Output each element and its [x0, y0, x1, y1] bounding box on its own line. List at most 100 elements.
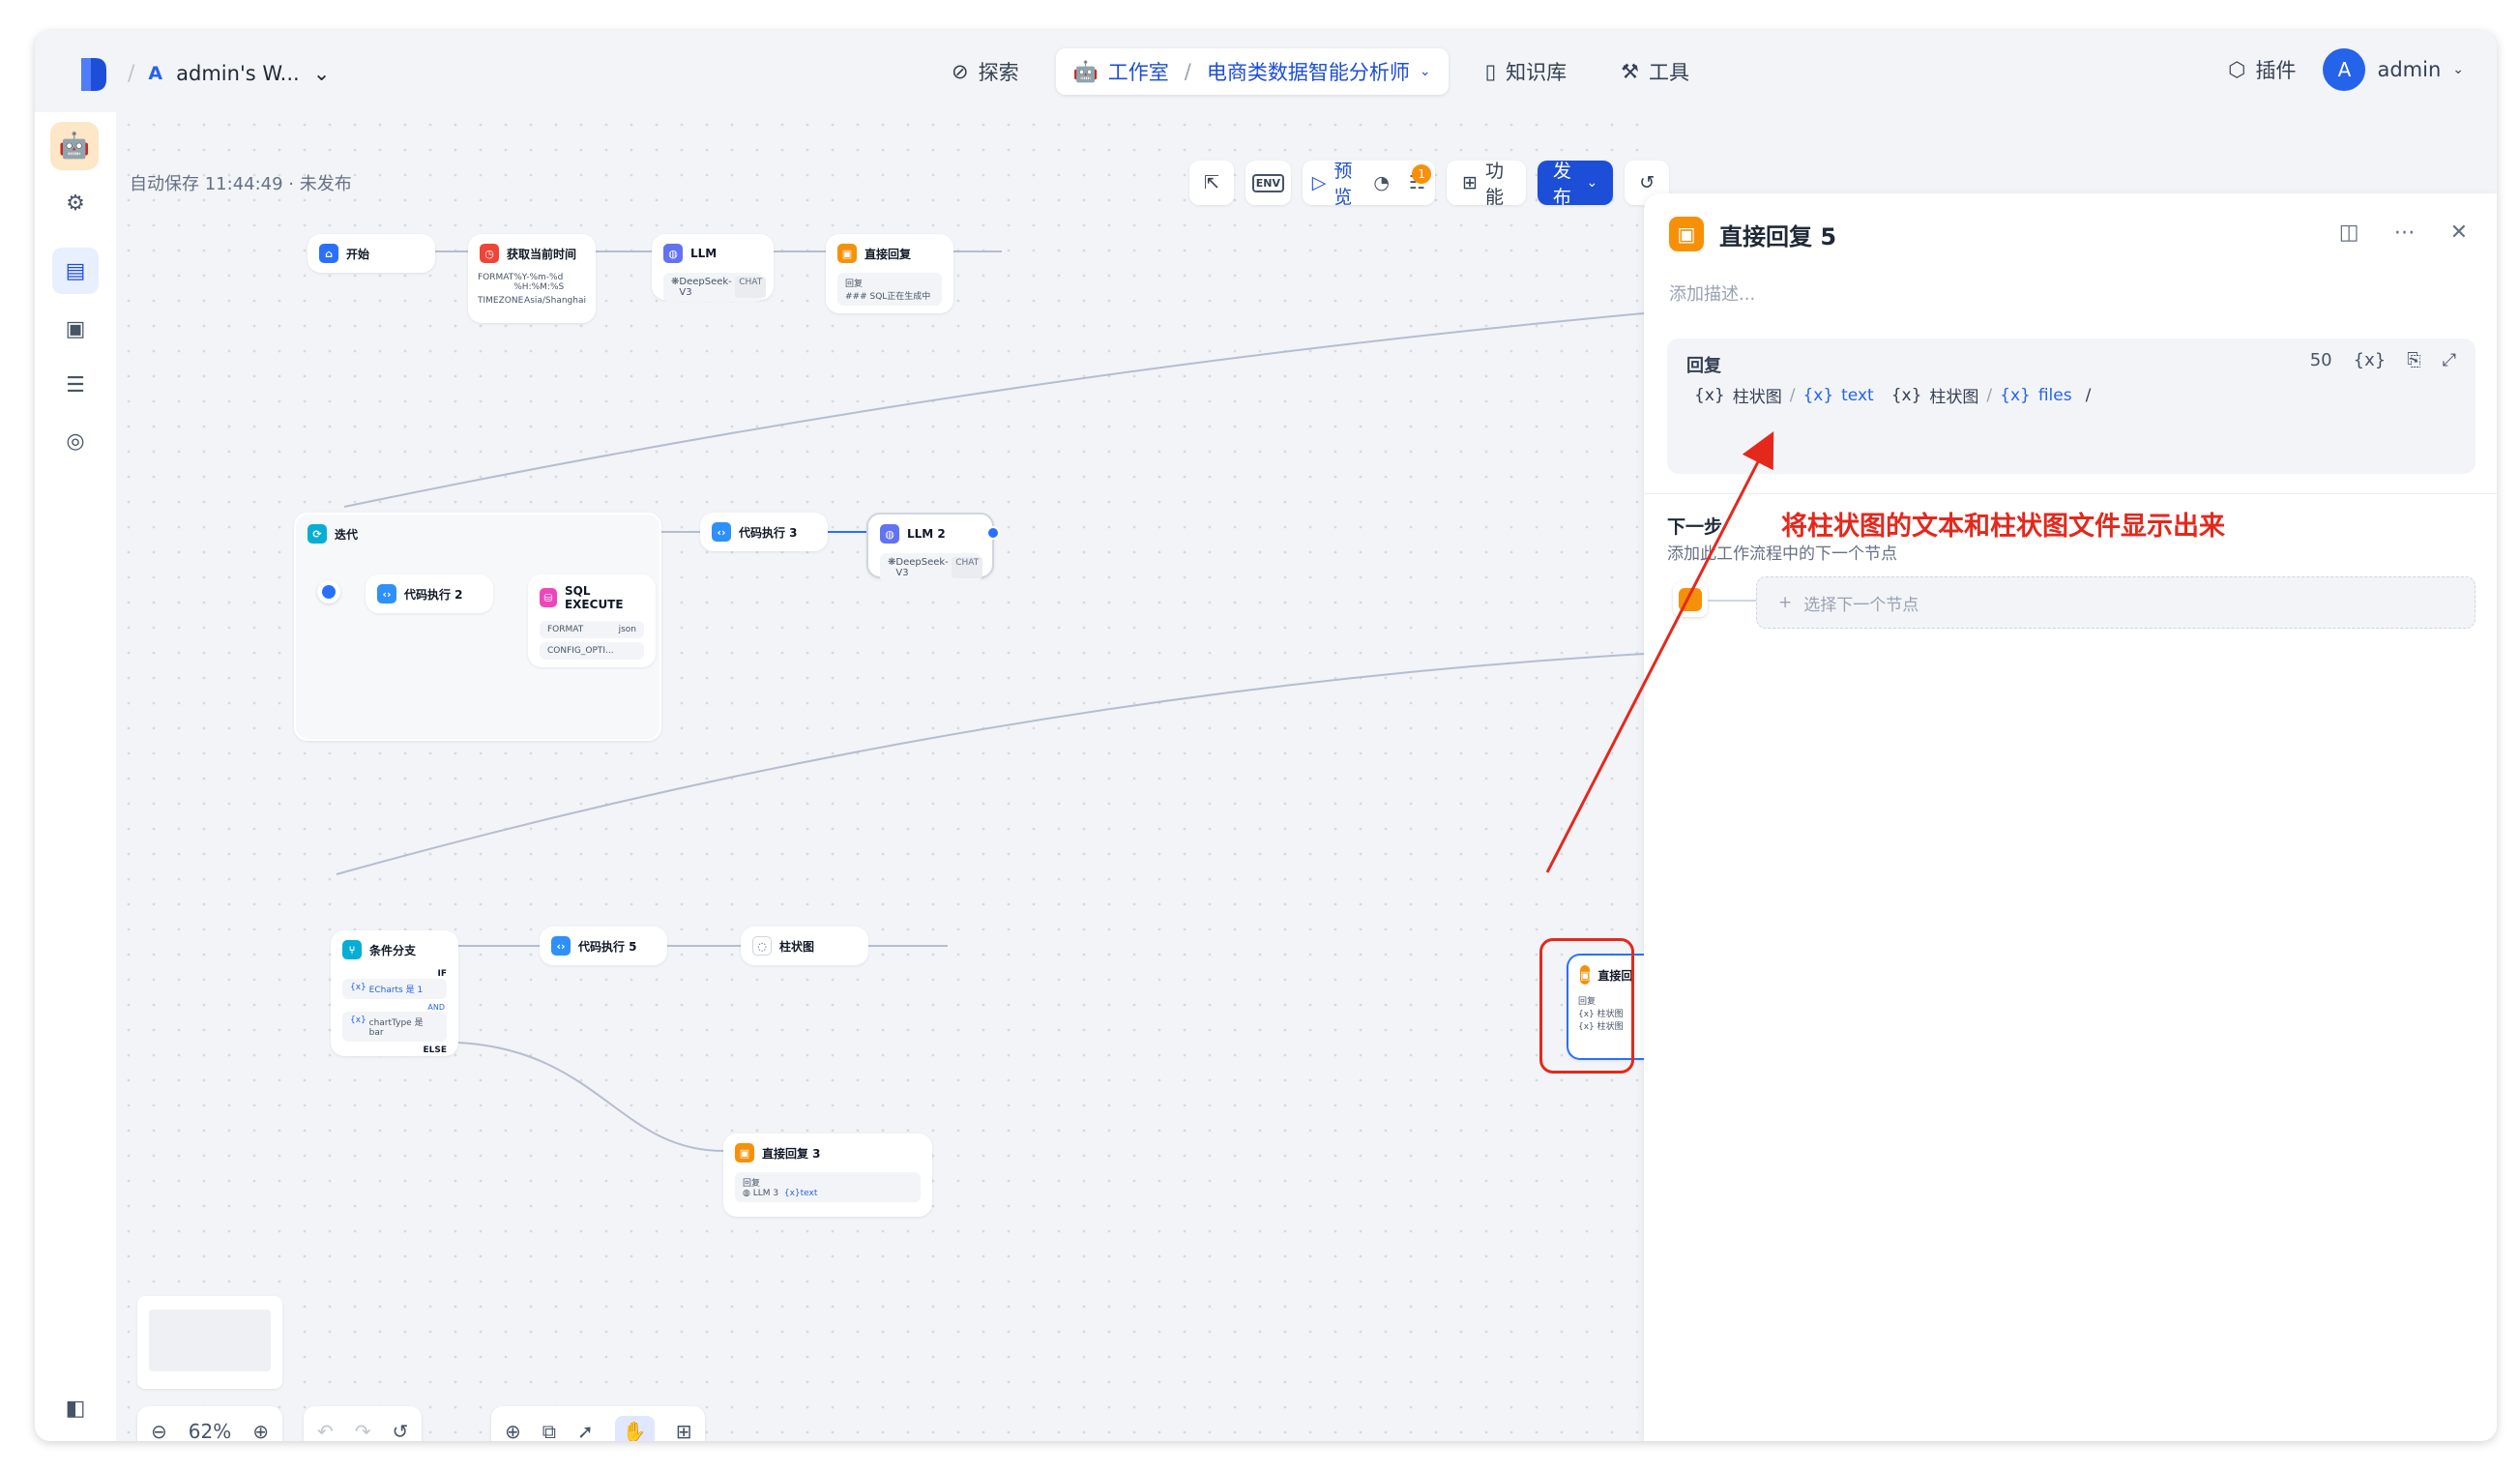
condition-text: ECharts 是 1	[368, 986, 424, 995]
settings-sliders-icon[interactable]: ⚙	[52, 180, 99, 226]
api-terminal-icon[interactable]: ▣	[52, 306, 99, 352]
undo-icon[interactable]: ↶	[317, 1420, 334, 1441]
more-icon[interactable]: ⋯	[2394, 221, 2416, 245]
condition-row: {x} ECharts 是 1	[342, 979, 447, 999]
zoom-out-icon[interactable]: ⊖	[151, 1420, 167, 1441]
minimap[interactable]	[137, 1296, 282, 1389]
add-note-icon[interactable]: ⧉	[542, 1420, 556, 1441]
node-condition[interactable]: ⑂ 条件分支 IF {x} ECharts 是 1 AND {x} chartTy…	[331, 930, 458, 1056]
insert-variable-icon[interactable]: {x}	[2354, 350, 2387, 370]
node-param-row: FORMAT %Y-%m-%d %H:%M:%S	[468, 273, 596, 296]
zoom-level[interactable]: 62%	[189, 1420, 231, 1441]
version-history-icon[interactable]: ↺	[393, 1420, 409, 1441]
connector-line	[1708, 600, 1756, 602]
node-reply[interactable]: ▣ 直接回复 回复 ### SQL正在生成中	[826, 234, 953, 313]
reply-icon: ▣	[1669, 217, 1704, 251]
condition-row: {x} chartType 是 bar	[342, 1012, 447, 1042]
avatar: A	[2323, 48, 2366, 91]
workflow-canvas[interactable]: 自动保存 11:44:49 · 未发布 ⇱ ENV ▷ 预览 ◔ ☷1 ⊞ 功能…	[116, 112, 1670, 1441]
nav-explore[interactable]: ⊘ 探索	[934, 48, 1037, 95]
model-name: DeepSeek-V3	[679, 277, 732, 298]
code-icon: ‹›	[551, 936, 571, 956]
reply-tools: 50 {x} ⎘ ⤢	[2310, 350, 2456, 370]
workspace-switcher[interactable]: / A admin's W... ⌄	[128, 54, 330, 93]
node-code-2[interactable]: ‹› 代码执行 2	[366, 574, 493, 613]
panel-title[interactable]: 直接回复 5	[1719, 218, 1836, 251]
add-next-handle[interactable]	[986, 526, 1000, 540]
next-step-description: 添加此工作流程中的下一个节点	[1667, 545, 1897, 564]
node-sql-execute[interactable]: ⛁ SQL EXECUTE FORMAT json CONFIG_OPTI...	[528, 574, 656, 667]
nav-knowledge-label: 知识库	[1506, 61, 1568, 84]
top-bar: / A admin's W... ⌄ ⊘ 探索 🤖 工作室 / 电商类数据智能分…	[35, 31, 2497, 112]
hand-icon[interactable]: ✋	[614, 1416, 655, 1441]
app-icon[interactable]: 🤖	[50, 122, 99, 170]
tool-controls: ⊕ ⧉ ➚ ✋ ⊞	[491, 1406, 706, 1441]
and-label: AND	[427, 1003, 445, 1012]
pointer-icon[interactable]: ➚	[577, 1420, 594, 1441]
add-node-icon[interactable]: ⊕	[505, 1420, 521, 1441]
reply-label: 回复	[845, 280, 864, 289]
nav-knowledge[interactable]: ▯ 知识库	[1468, 48, 1585, 95]
user-menu[interactable]: A admin ⌄	[2323, 48, 2464, 91]
brain-icon: ◍	[743, 1189, 753, 1198]
book-open-icon[interactable]: ◫	[2339, 221, 2359, 245]
separator: /	[1789, 385, 1796, 405]
reply-label: 回复	[743, 1179, 761, 1189]
close-icon[interactable]: ✕	[2450, 221, 2468, 245]
edge	[457, 1042, 724, 1152]
select-next-node-label: 选择下一个节点	[1803, 595, 1919, 615]
loop-icon: ⟳	[308, 524, 327, 544]
char-count: 50	[2309, 350, 2332, 370]
node-param-row: TIMEZONE Asia/Shanghai	[468, 296, 596, 309]
node-start[interactable]: ⌂ 开始	[308, 234, 435, 273]
clock-icon: ◷	[480, 244, 499, 263]
nav-explore-label: 探索	[978, 61, 1019, 84]
param-label: TIMEZONE	[478, 296, 524, 306]
description-input[interactable]: 添加描述...	[1669, 280, 1755, 306]
node-title: 直接回复	[864, 247, 912, 261]
zoom-in-icon[interactable]: ⊕	[252, 1420, 269, 1441]
copy-icon[interactable]: ⎘	[2407, 350, 2420, 370]
node-iteration[interactable]: ⟳ 迭代 ‹› 代码执行 2 ⛁ SQL EXECUTE FORMAT json CON…	[294, 513, 661, 741]
node-get-time[interactable]: ◷ 获取当前时间 FORMAT %Y-%m-%d %H:%M:%S TIMEZONE…	[468, 234, 596, 323]
node-llm-2[interactable]: ◍ LLM 2 ❋ DeepSeek-V3 CHAT	[866, 513, 1000, 582]
logs-icon[interactable]: ☰	[52, 362, 99, 408]
workspace-name: admin's W...	[176, 62, 300, 85]
organize-icon[interactable]: ⊞	[676, 1420, 692, 1441]
plugins-button[interactable]: ⬡ 插件	[2228, 55, 2296, 84]
nav-tools[interactable]: ⚒ 工具	[1603, 48, 1707, 95]
model-icon: ❋	[888, 557, 896, 568]
left-rail: 🤖 ⚙ ▤ ▣ ☰ ◎ ◧	[35, 112, 116, 1441]
dify-logo-icon[interactable]	[81, 58, 106, 91]
expand-icon[interactable]: ⤢	[2443, 350, 2456, 370]
reply-var: text	[800, 1189, 818, 1198]
variable-icon: {x}	[1694, 385, 1725, 405]
reply-source: LLM 3	[752, 1189, 779, 1198]
reply-label: 回复	[1686, 356, 1721, 376]
sidebar-toggle-icon[interactable]: ◧	[52, 1385, 99, 1431]
iteration-start-icon[interactable]	[317, 580, 340, 604]
variable-icon: {x}	[783, 1189, 801, 1198]
node-title: 开始	[346, 247, 370, 261]
orchestrate-icon[interactable]: ▤	[52, 248, 99, 294]
robot-icon: 🤖	[1072, 59, 1099, 83]
select-next-node[interactable]: + 选择下一个节点	[1756, 576, 2476, 629]
node-bar-chart[interactable]: ◌ 柱状图	[741, 927, 868, 965]
node-reply-3[interactable]: ▣ 直接回复 3 回复 ◍ LLM 3 {x}text	[723, 1133, 932, 1217]
app-name[interactable]: 电商类数据智能分析师	[1207, 57, 1410, 86]
node-code-3[interactable]: ‹› 代码执行 3	[700, 513, 828, 551]
nav-studio[interactable]: 🤖 工作室 / 电商类数据智能分析师 ⌄	[1055, 48, 1449, 95]
redo-icon[interactable]: ↷	[355, 1420, 371, 1441]
node-llm[interactable]: ◍ LLM ❋ DeepSeek-V3 CHAT	[652, 234, 774, 302]
node-param-row: FORMAT json	[540, 621, 644, 638]
node-title: 柱状图	[779, 939, 815, 954]
node-title: 代码执行 3	[739, 525, 798, 540]
param-label: FORMAT	[478, 273, 514, 282]
brain-icon: ◍	[663, 244, 683, 263]
minimap-viewport	[149, 1310, 271, 1371]
node-code-5[interactable]: ‹› 代码执行 5	[540, 927, 667, 965]
breadcrumb-separator: /	[128, 61, 135, 86]
reply-editor[interactable]: 回复 50 {x} ⎘ ⤢ {x} 柱状图 / {x} text {x} 柱状图…	[1667, 339, 2476, 474]
reply-text: ### SQL正在生成中	[845, 292, 931, 302]
monitoring-icon[interactable]: ◎	[52, 418, 99, 464]
